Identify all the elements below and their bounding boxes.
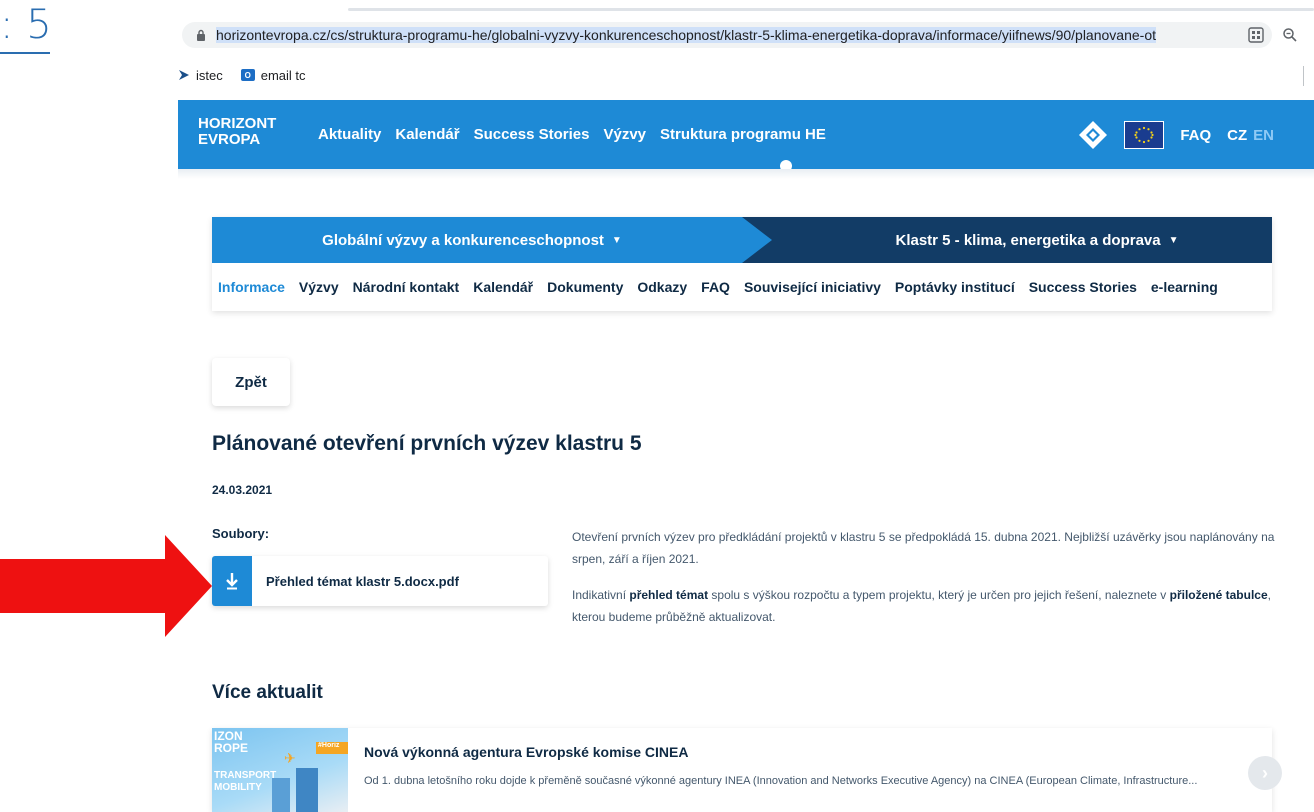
nav-kalendar[interactable]: Kalendář	[395, 126, 459, 143]
breadcrumb-global-challenges[interactable]: Globální výzvy a konkurenceschopnost ▼	[212, 217, 772, 263]
subnav-success-stories[interactable]: Success Stories	[1029, 279, 1137, 295]
building-shape	[296, 768, 318, 812]
breadcrumb: Globální výzvy a konkurenceschopnost ▼ K…	[212, 217, 1272, 263]
slide-underline	[0, 52, 50, 54]
news-card[interactable]: IZON ROPE TRANSPORT MOBILITY #Horiz ✈ Nová…	[212, 728, 1282, 812]
news-description: Od 1. dubna letošního roku dojde k přemě…	[364, 775, 1198, 787]
breadcrumb-left-label: Globální výzvy a konkurenceschopnost	[322, 231, 604, 249]
article-title: Plánované otevření prvních výzev klastru…	[212, 432, 642, 455]
files-label: Soubory:	[212, 526, 270, 541]
istec-bookmark-icon	[178, 69, 190, 81]
translate-icon[interactable]	[1246, 25, 1266, 45]
caret-down-icon: ▼	[1168, 234, 1179, 246]
header-right: FAQ CZ EN	[1078, 120, 1274, 150]
logo-line-1: HORIZONT	[198, 115, 277, 132]
main-nav: Aktuality Kalendář Success Stories Výzvy…	[318, 126, 826, 143]
building-shape	[272, 778, 290, 812]
nav-vyzvy[interactable]: Výzvy	[603, 126, 646, 143]
plane-icon: ✈	[284, 750, 296, 766]
site-header: HORIZONT EVROPA Aktuality Kalendář Succe…	[178, 100, 1314, 172]
bold-text: přehled témat	[629, 588, 709, 602]
bookmark-email-tc[interactable]: O email tc	[240, 67, 306, 83]
slide-number-fragment: : 5	[0, 2, 52, 48]
download-icon[interactable]	[212, 556, 252, 606]
more-news-title: Více aktualit	[212, 682, 323, 703]
article-paragraph-2: Indikativní přehled témat spolu s výškou…	[572, 588, 1271, 624]
subnav-narodni-kontakt[interactable]: Národní kontakt	[353, 279, 460, 295]
breadcrumb-cluster-5[interactable]: Klastr 5 - klima, energetika a doprava ▼	[742, 217, 1272, 263]
caret-down-icon: ▼	[611, 234, 622, 246]
file-download-card[interactable]: Přehled témat klastr 5.docx.pdf	[212, 556, 548, 606]
bookmarks-bar: istec O email tc	[178, 60, 306, 90]
zoom-icon[interactable]	[1280, 25, 1300, 45]
chevron-right-icon[interactable]: ›	[1248, 756, 1282, 790]
article-date: 24.03.2021	[212, 483, 273, 497]
logo-line-2: EVROPA	[198, 131, 261, 148]
faq-link[interactable]: FAQ	[1180, 127, 1211, 144]
back-button[interactable]: Zpět	[212, 358, 290, 406]
browser-chrome: horizontevropa.cz/cs/struktura-programu-…	[178, 0, 1314, 100]
thumb-text: IZON ROPE	[214, 729, 249, 755]
subnav-souvisejici-iniciativy[interactable]: Související iniciativy	[744, 279, 881, 295]
site-logo[interactable]: HORIZONT EVROPA	[198, 116, 276, 148]
sub-nav: Informace Výzvy Národní kontakt Kalendář…	[212, 263, 1272, 311]
lang-en[interactable]: EN	[1253, 127, 1274, 144]
eu-flag-icon	[1124, 121, 1165, 149]
bookmark-label: email tc	[260, 67, 306, 83]
article-paragraph-1: Otevření prvních výzev pro předkládání p…	[572, 530, 1275, 566]
subnav-dokumenty[interactable]: Dokumenty	[547, 279, 623, 295]
nav-aktuality[interactable]: Aktuality	[318, 126, 381, 143]
subnav-poptavky-instituci[interactable]: Poptávky institucí	[895, 279, 1015, 295]
bookmark-label: istec	[196, 67, 223, 83]
file-name[interactable]: Přehled témat klastr 5.docx.pdf	[266, 574, 459, 589]
news-thumbnail[interactable]: IZON ROPE TRANSPORT MOBILITY #Horiz ✈	[212, 728, 348, 812]
breadcrumb-right-label: Klastr 5 - klima, energetika a doprava	[895, 231, 1161, 249]
news-title[interactable]: Nová výkonná agentura Evropské komise CI…	[364, 744, 688, 760]
subnav-vyzvy[interactable]: Výzvy	[299, 279, 339, 295]
diamond-logo-icon[interactable]	[1078, 120, 1108, 150]
toolbar-divider	[1303, 66, 1304, 86]
header-shadow	[178, 169, 1314, 179]
nav-success-stories[interactable]: Success Stories	[474, 126, 590, 143]
outlook-icon: O	[240, 69, 255, 81]
breadcrumb-arrow	[742, 217, 772, 263]
red-arrow-annotation	[0, 535, 212, 637]
subnav-e-learning[interactable]: e-learning	[1151, 279, 1218, 295]
thumb-tag: #Horiz	[316, 742, 348, 754]
thumb-text: TRANSPORT MOBILITY	[214, 770, 277, 793]
bold-link-text[interactable]: přiložené tabulce	[1170, 588, 1268, 602]
subnav-odkazy[interactable]: Odkazy	[637, 279, 687, 295]
article-body: Otevření prvních výzev pro předkládání p…	[572, 526, 1278, 642]
section-nav: Globální výzvy a konkurenceschopnost ▼ K…	[212, 217, 1272, 311]
subnav-faq[interactable]: FAQ	[701, 279, 730, 295]
bookmark-istec[interactable]: istec	[178, 68, 223, 83]
tabstrip	[348, 8, 1314, 11]
subnav-informace[interactable]: Informace	[218, 279, 285, 295]
subnav-kalendar[interactable]: Kalendář	[473, 279, 533, 295]
nav-struktura-programu[interactable]: Struktura programu HE	[660, 126, 826, 143]
lock-icon[interactable]	[194, 28, 208, 42]
lang-cz[interactable]: CZ	[1227, 127, 1247, 144]
url-text[interactable]: horizontevropa.cz/cs/struktura-programu-…	[216, 27, 1256, 43]
address-bar[interactable]: horizontevropa.cz/cs/struktura-programu-…	[182, 22, 1272, 48]
slide-fragment: : 5	[0, 0, 178, 812]
